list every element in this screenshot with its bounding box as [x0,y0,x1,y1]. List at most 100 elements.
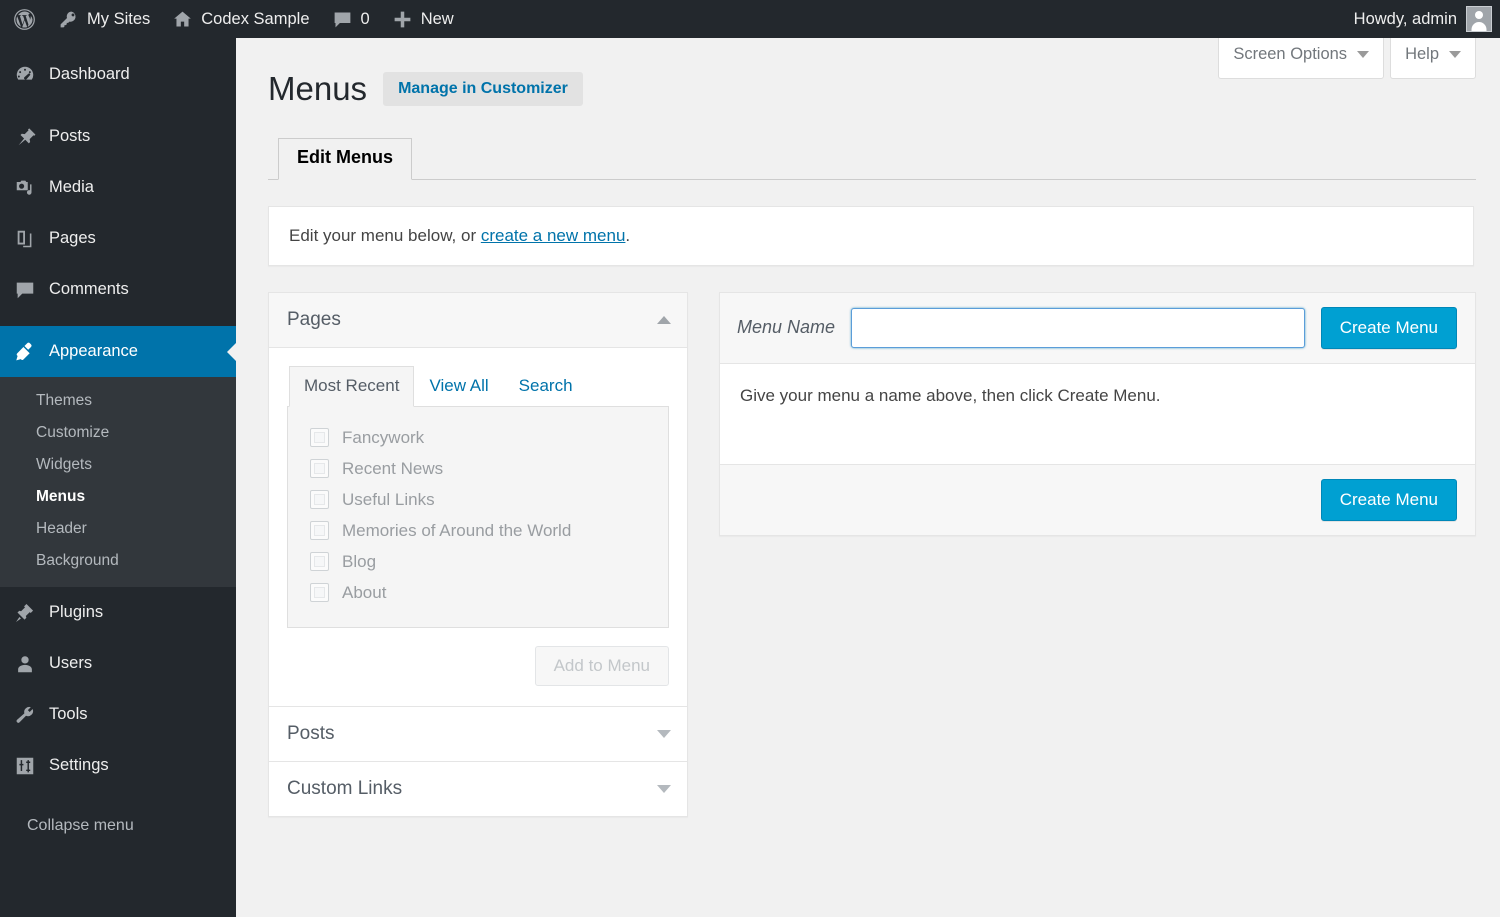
sidebar-item-plugins[interactable]: Plugins [0,587,236,638]
media-icon [14,177,36,199]
screen-options-button[interactable]: Screen Options [1218,38,1385,79]
sidebar-item-label: Settings [49,756,109,774]
tools-wrench-icon [14,704,36,726]
sidebar-item-label: Tools [49,705,88,723]
home-icon [172,9,193,30]
sidebar-item-posts[interactable]: Posts [0,111,236,162]
sidebar-item-appearance[interactable]: Appearance [0,326,236,377]
checkbox-icon[interactable] [310,552,329,572]
posts-postbox-header[interactable]: Posts [269,706,687,761]
checkbox-icon[interactable] [310,428,329,448]
sidebar-item-label: Dashboard [49,65,130,83]
custom-links-postbox-header[interactable]: Custom Links [269,761,687,816]
sidebar-item-label: Posts [49,127,91,145]
comments-icon [14,279,36,301]
menu-name-row: Menu Name Create Menu [720,292,1475,364]
pages-postbox-body: Most Recent View All Search Fancywork Re… [269,348,687,706]
sidebar-item-customize[interactable]: Customize [0,417,236,449]
comment-bubble-icon [332,9,353,30]
sidebar-separator [0,791,236,802]
chevron-down-icon [1449,50,1461,58]
list-item-label: Recent News [342,458,444,478]
collapse-menu-button[interactable]: Collapse menu [0,802,236,852]
wordpress-logo-icon[interactable] [0,0,47,38]
checkbox-icon[interactable] [310,490,329,510]
list-item[interactable]: About [302,578,654,609]
pages-panel-actions: Add to Menu [287,628,669,686]
page-title: Menus [268,70,368,107]
sidebar-item-themes[interactable]: Themes [0,385,236,417]
list-item[interactable]: Memories of Around the World [302,516,654,547]
admin-bar-item-site-name[interactable]: Codex Sample [161,0,320,38]
sidebar-item-media[interactable]: Media [0,162,236,213]
menu-settings-box: Menu Name Create Menu Give your menu a n… [719,291,1476,536]
list-item-label: About [342,582,387,602]
tab-search[interactable]: Search [504,366,588,407]
tab-edit-menus[interactable]: Edit Menus [278,138,413,180]
sidebar-item-tools[interactable]: Tools [0,689,236,740]
pages-icon [14,228,36,250]
list-item[interactable]: Recent News [302,454,654,485]
admin-sidebar: Dashboard Posts Media Pages Comments App… [0,38,236,917]
admin-bar-item-new[interactable]: New [381,0,465,38]
chevron-down-icon[interactable] [657,729,671,738]
menu-instructions: Give your menu a name above, then click … [720,363,1475,464]
chevron-up-icon[interactable] [657,315,671,324]
pages-postbox: Pages Most Recent View All Search Fancyw… [268,291,688,707]
list-item-label: Blog [342,551,377,571]
checkbox-icon[interactable] [310,521,329,541]
pages-list-panel: Fancywork Recent News Useful Links Memor… [287,406,669,628]
admin-bar-item-label: New [420,9,454,28]
sidebar-item-label: Plugins [49,603,104,621]
sidebar-item-comments[interactable]: Comments [0,264,236,315]
collapse-menu-label: Collapse menu [27,817,134,834]
nav-tab-wrapper: Edit Menus [268,137,1476,180]
sidebar-item-header[interactable]: Header [0,513,236,545]
admin-bar: My Sites Codex Sample 0 New Howdy, admin [0,0,1500,38]
howdy-label: Howdy, admin [1353,9,1457,28]
menu-settings-footer: Create Menu [720,463,1475,535]
admin-bar-account[interactable]: Howdy, admin [1354,6,1500,32]
help-button[interactable]: Help [1390,38,1476,79]
add-to-menu-button[interactable]: Add to Menu [534,645,669,686]
notice-text-after: . [625,225,631,245]
checkbox-icon[interactable] [310,459,329,479]
admin-bar-item-label: Codex Sample [201,9,310,28]
admin-bar-item-comments[interactable]: 0 [321,0,381,38]
sidebar-separator [0,100,236,111]
pages-postbox-header[interactable]: Pages [269,292,687,348]
checkbox-icon[interactable] [310,583,329,603]
sidebar-item-widgets[interactable]: Widgets [0,449,236,481]
plugins-plug-icon [14,602,36,624]
screen-options-label: Screen Options [1233,44,1348,63]
sidebar-item-dashboard[interactable]: Dashboard [0,49,236,100]
sidebar-separator [0,315,236,326]
sidebar-item-users[interactable]: Users [0,638,236,689]
screen-meta-links: Screen Options Help [1218,38,1476,79]
tab-view-all[interactable]: View All [414,366,503,407]
create-menu-button-bottom[interactable]: Create Menu [1320,478,1457,521]
key-icon [58,9,79,30]
create-a-new-menu-link[interactable]: create a new menu [481,226,626,245]
sidebar-spacer-top [0,38,236,49]
appearance-brush-icon [14,341,36,363]
sidebar-item-label: Users [49,654,93,672]
chevron-down-icon[interactable] [657,784,671,793]
chevron-down-icon [1357,50,1370,58]
create-menu-button-top[interactable]: Create Menu [1320,306,1457,349]
list-item[interactable]: Fancywork [302,423,654,454]
list-item[interactable]: Blog [302,547,654,578]
sidebar-item-background[interactable]: Background [0,545,236,577]
list-item-label: Fancywork [342,427,425,447]
list-item-label: Useful Links [342,489,435,509]
admin-bar-item-my-sites[interactable]: My Sites [47,0,161,38]
sidebar-item-pages[interactable]: Pages [0,213,236,264]
manage-in-customizer-button[interactable]: Manage in Customizer [383,72,583,107]
tab-most-recent[interactable]: Most Recent [289,365,415,407]
menu-edit-notice: Edit your menu below, or create a new me… [268,205,1474,266]
list-item[interactable]: Useful Links [302,485,654,516]
custom-links-postbox-title: Custom Links [287,777,403,799]
sidebar-item-menus[interactable]: Menus [0,481,236,513]
menu-name-input[interactable] [851,307,1305,348]
sidebar-item-settings[interactable]: Settings [0,740,236,791]
